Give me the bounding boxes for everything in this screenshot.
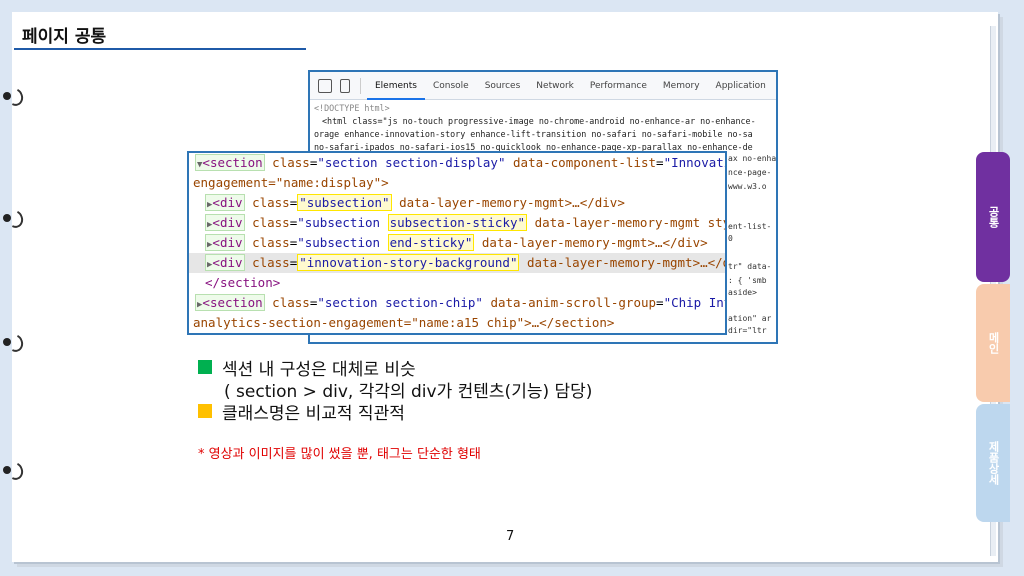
devtools-toolbar: Elements Console Sources Network Perform… xyxy=(310,72,776,100)
bullet-item: 클래스명은 비교적 직관적 xyxy=(198,400,592,424)
elements-zoom-panel: ▼<section class="section section-display… xyxy=(187,151,727,335)
code-fragment: ent-list- xyxy=(728,222,772,231)
tab-sources[interactable]: Sources xyxy=(477,72,529,100)
code-fragment: ax no-enha xyxy=(728,154,777,163)
dom-attr-continuation: analytics-section-engagement="name:a15 c… xyxy=(193,315,615,330)
side-tab-product-detail[interactable]: 제품상세 xyxy=(976,404,1010,522)
tab-memory[interactable]: Memory xyxy=(655,72,708,100)
devtools-code: <!DOCTYPE html> <html class="js no-touch … xyxy=(310,100,776,156)
code-fragment: aside> xyxy=(728,288,757,297)
dom-node-section-chip[interactable]: ▶<section class="section section-chip" d… xyxy=(195,293,725,313)
device-toggle-icon[interactable] xyxy=(340,78,350,93)
tab-performance[interactable]: Performance xyxy=(582,72,655,100)
binder-ring-icon xyxy=(3,460,23,480)
page-number: 7 xyxy=(506,529,515,544)
tab-network[interactable]: Network xyxy=(528,72,582,100)
dom-node-section-close[interactable]: </section> xyxy=(205,273,280,293)
code-fragment: tr" data- xyxy=(728,262,772,271)
bullet-item-continuation: ( section > div, 각각의 div가 컨텐츠(기능) 담당) xyxy=(224,381,593,402)
code-fragment: ​0 xyxy=(728,234,733,243)
binder-ring-icon xyxy=(3,86,23,106)
footnote: * 영상과 이미지를 많이 썼을 뿐, 태그는 단순한 형태 xyxy=(198,447,481,462)
dom-node-innovation-story-background[interactable]: ▶<div class= "innovation-story-background… xyxy=(189,253,725,273)
bullet-list: 섹션 내 구성은 대체로 비슷 ( section > div, 각각의 div… xyxy=(198,356,593,424)
dom-attr-continuation: engagement="name:display"> xyxy=(193,175,389,190)
code-fragment: ation" ar xyxy=(728,314,772,323)
code-line: <!DOCTYPE html> xyxy=(314,103,390,113)
title-underline xyxy=(14,48,306,50)
toolbar-separator xyxy=(360,77,361,94)
dom-node-section-display[interactable]: ▼<section class="section section-display… xyxy=(195,153,725,173)
tab-console[interactable]: Console xyxy=(425,72,477,100)
bullet-item: 섹션 내 구성은 대체로 비슷 xyxy=(198,356,592,380)
code-fragment: : { 'smb xyxy=(728,276,767,285)
page-title: 페이지 공통 xyxy=(22,27,107,47)
tab-application[interactable]: Application xyxy=(708,72,774,100)
tab-elements[interactable]: Elements xyxy=(367,72,425,100)
dom-node-end-sticky[interactable]: ▶<div class="subsection end-sticky" data… xyxy=(205,233,708,253)
code-fragment: www.w3.o xyxy=(728,182,767,191)
binder-ring-icon xyxy=(3,332,23,352)
dom-node-subsection-sticky[interactable]: ▶<div class="subsection subsection-stick… xyxy=(205,213,725,233)
code-line: <html class="js no-touch progressive-ima… xyxy=(322,116,756,126)
code-fragment: nce-page- xyxy=(728,168,772,177)
side-tab-common[interactable]: 공통 xyxy=(976,152,1010,282)
code-line: orage enhance-innovation-story enhance-l… xyxy=(314,129,753,139)
yellow-square-icon xyxy=(198,404,212,418)
inspect-icon[interactable] xyxy=(318,78,332,93)
green-square-icon xyxy=(198,360,212,374)
dom-node-subsection[interactable]: ▶<div class= "subsection" data-layer-memo… xyxy=(205,193,625,213)
code-fragment: dir="ltr xyxy=(728,326,767,335)
binder-ring-icon xyxy=(3,208,23,228)
side-tab-main[interactable]: 메인 xyxy=(976,284,1010,402)
